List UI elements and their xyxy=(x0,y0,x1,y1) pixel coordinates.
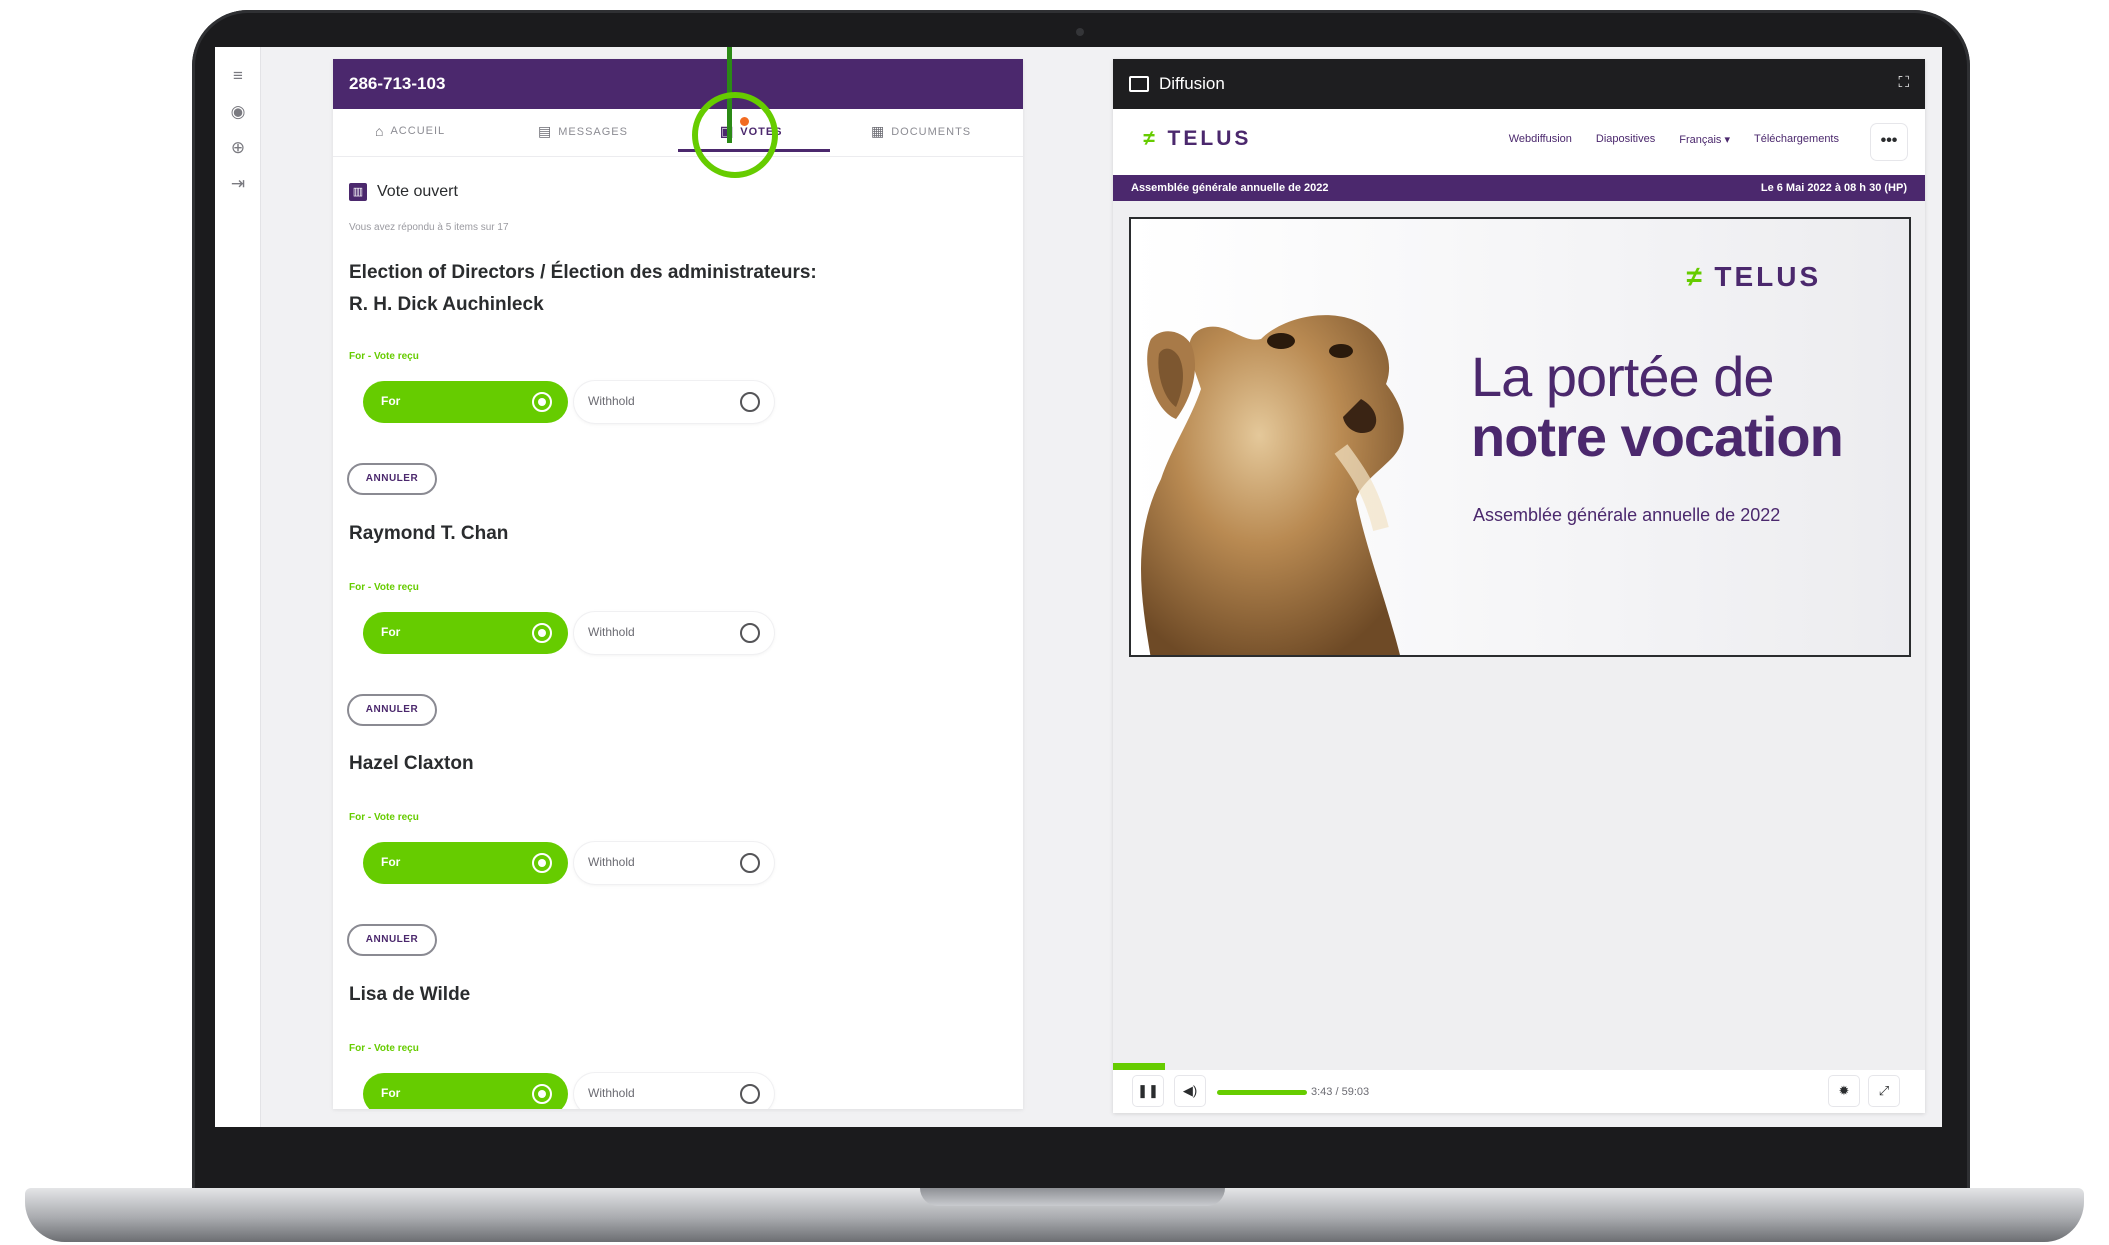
withhold-button[interactable]: Withhold xyxy=(574,381,774,423)
slide-subtitle: Assemblée générale annuelle de 2022 xyxy=(1473,505,1781,525)
tab-accueil[interactable]: ⌂ ACCUEIL xyxy=(375,123,445,139)
vote-status: ▥ Vote ouvert xyxy=(349,183,458,201)
section-title: Election of Directors / Élection des adm… xyxy=(349,262,817,283)
withhold-label: Withhold xyxy=(588,394,635,408)
volume-slider[interactable] xyxy=(1217,1090,1307,1095)
withhold-button[interactable]: Withhold xyxy=(574,842,774,884)
time-readout: 3:43 / 59:03 xyxy=(1311,1086,1370,1098)
expand-icon[interactable]: ⤢ xyxy=(1869,1076,1899,1106)
broadcast-panel: Diffusion ⛶ ≠ TELUS Webdiffusion Diaposi… xyxy=(1113,59,1925,1113)
for-label: For xyxy=(381,625,401,639)
telus-mark-icon: ≠ xyxy=(1143,127,1158,150)
slide-title-line2: notre vocation xyxy=(1471,405,1844,468)
voting-panel: 286-713-103 ⌂ ACCUEIL ▤ MESSAGES ▣ VOTES… xyxy=(333,59,1023,1109)
pause-icon[interactable]: ❚❚ xyxy=(1133,1076,1163,1106)
user-icon[interactable]: ◉ xyxy=(227,101,249,123)
nav-links: Webdiffusion Diapositives Français ▾ Tél… xyxy=(1509,133,1839,146)
presentation-slide: ≠ TELUS La portée de notre vocation Asse… xyxy=(1129,217,1911,657)
radio-empty-icon xyxy=(740,853,760,873)
vote-received: For - Vote reçu xyxy=(349,351,419,362)
tab-messages[interactable]: ▤ MESSAGES xyxy=(538,123,628,140)
player-controls: ❚❚ ◀) 3:43 / 59:03 ✹ ⤢ xyxy=(1113,1070,1925,1113)
broadcast-header: Diffusion ⛶ xyxy=(1113,59,1925,109)
cast-icon xyxy=(1129,76,1149,92)
telus-mark-icon: ≠ xyxy=(1686,261,1705,292)
tab-documents[interactable]: ▦ DOCUMENTS xyxy=(871,123,971,140)
slide-title: La portée de notre vocation xyxy=(1471,345,1844,468)
for-button[interactable]: For xyxy=(363,612,568,654)
slide-telus-logo: ≠ TELUS xyxy=(1686,261,1821,293)
cancel-button[interactable]: ANNULER xyxy=(347,463,437,495)
tab-label: MESSAGES xyxy=(558,125,628,138)
broadcast-nav: ≠ TELUS Webdiffusion Diapositives França… xyxy=(1113,109,1925,175)
vote-open-icon: ▥ xyxy=(349,183,367,201)
logout-icon[interactable]: ⇥ xyxy=(227,173,249,195)
radio-empty-icon xyxy=(740,1084,760,1104)
document-icon: ▦ xyxy=(871,123,886,139)
event-band: Assemblée générale annuelle de 2022 Le 6… xyxy=(1113,175,1925,201)
radio-selected-icon xyxy=(532,853,552,873)
progress-note: Vous avez répondu à 5 items sur 17 xyxy=(349,222,509,233)
menu-icon[interactable]: ≡ xyxy=(227,65,249,87)
slide-title-line1: La portée de xyxy=(1471,345,1774,408)
vote-received: For - Vote reçu xyxy=(349,582,419,593)
telus-logo: ≠ TELUS xyxy=(1143,127,1251,151)
candidate-name: R. H. Dick Auchinleck xyxy=(349,294,544,315)
for-button[interactable]: For xyxy=(363,381,568,423)
event-date: Le 6 Mai 2022 à 08 h 30 (HP) xyxy=(1760,182,1907,194)
for-label: For xyxy=(381,394,401,408)
event-name: Assemblée générale annuelle de 2022 xyxy=(1131,182,1329,194)
radio-empty-icon xyxy=(740,392,760,412)
tab-bar: ⌂ ACCUEIL ▤ MESSAGES ▣ VOTES ▦ DOCUMENTS xyxy=(333,109,1023,157)
radio-selected-icon xyxy=(532,1084,552,1104)
stage: ≡ ◉ ⊕ ⇥ 286-713-103 ⌂ ACCUEIL ▤ MESSAGES… xyxy=(0,0,2109,1245)
withhold-label: Withhold xyxy=(588,855,635,869)
camera xyxy=(1076,28,1084,36)
left-rail: ≡ ◉ ⊕ ⇥ xyxy=(215,47,261,1127)
vote-status-label: Vote ouvert xyxy=(377,183,458,200)
withhold-button[interactable]: Withhold xyxy=(574,612,774,654)
nav-telechargements[interactable]: Téléchargements xyxy=(1754,133,1839,146)
withhold-label: Withhold xyxy=(588,625,635,639)
volume-icon[interactable]: ◀) xyxy=(1175,1076,1205,1106)
radio-selected-icon xyxy=(532,392,552,412)
highlight-ring xyxy=(692,92,778,178)
vote-received: For - Vote reçu xyxy=(349,1043,419,1054)
cancel-button[interactable]: ANNULER xyxy=(347,924,437,956)
vote-received: For - Vote reçu xyxy=(349,812,419,823)
candidate-name: Hazel Claxton xyxy=(349,753,474,774)
home-icon: ⌂ xyxy=(375,123,385,139)
cancel-button[interactable]: ANNULER xyxy=(347,694,437,726)
candidate-name: Raymond T. Chan xyxy=(349,523,509,544)
for-button[interactable]: For xyxy=(363,1073,568,1109)
logo-text: TELUS xyxy=(1167,127,1252,150)
globe-icon[interactable]: ⊕ xyxy=(227,137,249,159)
nav-diapositives[interactable]: Diapositives xyxy=(1596,133,1655,146)
broadcast-title: Diffusion xyxy=(1159,74,1225,93)
laptop-notch xyxy=(920,1188,1225,1206)
withhold-label: Withhold xyxy=(588,1086,635,1100)
slide-logo-text: TELUS xyxy=(1714,261,1822,292)
tab-label: DOCUMENTS xyxy=(891,125,972,138)
for-label: For xyxy=(381,855,401,869)
meeting-id: 286-713-103 xyxy=(333,59,1023,109)
withhold-button[interactable]: Withhold xyxy=(574,1073,774,1109)
fullscreen-icon[interactable]: ⛶ xyxy=(1898,74,1909,91)
notification-dot xyxy=(740,117,749,126)
for-button[interactable]: For xyxy=(363,842,568,884)
nav-language[interactable]: Français ▾ xyxy=(1679,133,1730,146)
lion-cub-image xyxy=(1141,315,1404,655)
nav-webdiffusion[interactable]: Webdiffusion xyxy=(1509,133,1572,146)
candidate-name: Lisa de Wilde xyxy=(349,984,471,1005)
messages-icon: ▤ xyxy=(538,123,553,139)
seek-progress[interactable] xyxy=(1113,1063,1165,1070)
settings-icon[interactable]: ✹ xyxy=(1829,1076,1859,1106)
tab-label: ACCUEIL xyxy=(390,125,446,137)
radio-empty-icon xyxy=(740,623,760,643)
more-button[interactable]: ••• xyxy=(1871,124,1907,160)
for-label: For xyxy=(381,1086,401,1100)
screen: ≡ ◉ ⊕ ⇥ 286-713-103 ⌂ ACCUEIL ▤ MESSAGES… xyxy=(215,47,1942,1127)
radio-selected-icon xyxy=(532,623,552,643)
